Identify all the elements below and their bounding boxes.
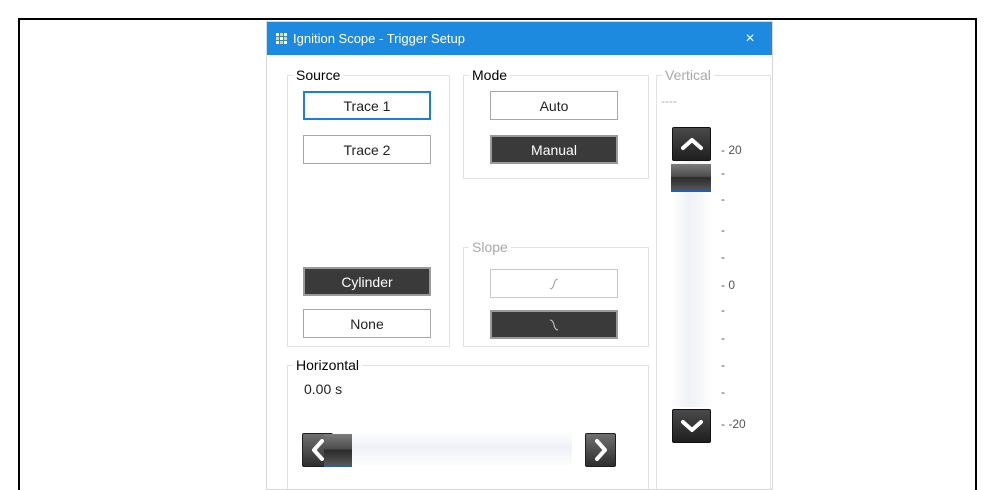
slope-group-title: Slope [469, 239, 511, 255]
none-button[interactable]: None [303, 309, 431, 338]
scroll-down-button[interactable] [672, 409, 711, 443]
title-bar[interactable]: Ignition Scope - Trigger Setup × [267, 22, 772, 55]
manual-button[interactable]: Manual [490, 135, 618, 164]
rising-edge-icon [549, 278, 559, 289]
cylinder-button[interactable]: Cylinder [303, 267, 431, 296]
chevron-right-icon [594, 439, 607, 461]
chevron-down-icon [680, 420, 703, 432]
mode-group-title: Mode [469, 67, 511, 83]
vertical-scroll-thumb[interactable] [671, 164, 711, 192]
vertical-tick-mark: - [721, 223, 725, 237]
scroll-right-button[interactable] [585, 433, 616, 467]
vertical-tick-label: - -20 [721, 417, 746, 431]
falling-edge-icon [549, 319, 559, 330]
vertical-group: Vertical ---- - 20 - - - - - 0 - - - - -… [656, 67, 771, 489]
rising-slope-button[interactable] [490, 269, 618, 298]
vertical-tick-mark: - [721, 331, 725, 345]
vertical-tick-mark: - [721, 358, 725, 372]
trace2-button[interactable]: Trace 2 [303, 135, 431, 164]
vertical-scroll-track[interactable] [671, 157, 713, 407]
trigger-setup-dialog: Ignition Scope - Trigger Setup × Source … [266, 21, 773, 490]
vertical-tick-label: - 20 [721, 143, 742, 157]
horizontal-scroll-thumb[interactable] [324, 434, 352, 467]
vertical-tick-mark: - [721, 192, 725, 206]
horizontal-group: Horizontal 0.00 s [287, 357, 649, 489]
vertical-tick-mark: - [721, 303, 725, 317]
vertical-group-title: Vertical [662, 67, 714, 83]
vertical-tick-mark: - [721, 385, 725, 399]
vertical-tick-label: - 0 [721, 278, 736, 292]
app-icon [275, 32, 288, 45]
horizontal-group-title: Horizontal [293, 357, 363, 373]
auto-button[interactable]: Auto [490, 91, 618, 120]
window-title: Ignition Scope - Trigger Setup [293, 31, 465, 46]
close-icon: × [745, 29, 755, 47]
source-group-title: Source [293, 67, 344, 83]
close-button[interactable]: × [728, 22, 772, 55]
horizontal-value: 0.00 s [304, 381, 343, 397]
chevron-up-icon [680, 138, 703, 150]
mode-group: Mode Auto Manual [463, 67, 649, 179]
vertical-value: ---- [661, 94, 677, 108]
trace1-button[interactable]: Trace 1 [303, 91, 431, 120]
source-group: Source Trace 1 Trace 2 Cylinder None [287, 67, 450, 347]
vertical-tick-mark: - [721, 250, 725, 264]
falling-slope-button[interactable] [490, 310, 618, 339]
scroll-up-button[interactable] [672, 127, 711, 161]
slope-group: Slope [463, 239, 649, 347]
vertical-tick-mark: - [721, 166, 725, 180]
horizontal-scroll-track[interactable] [322, 431, 572, 467]
